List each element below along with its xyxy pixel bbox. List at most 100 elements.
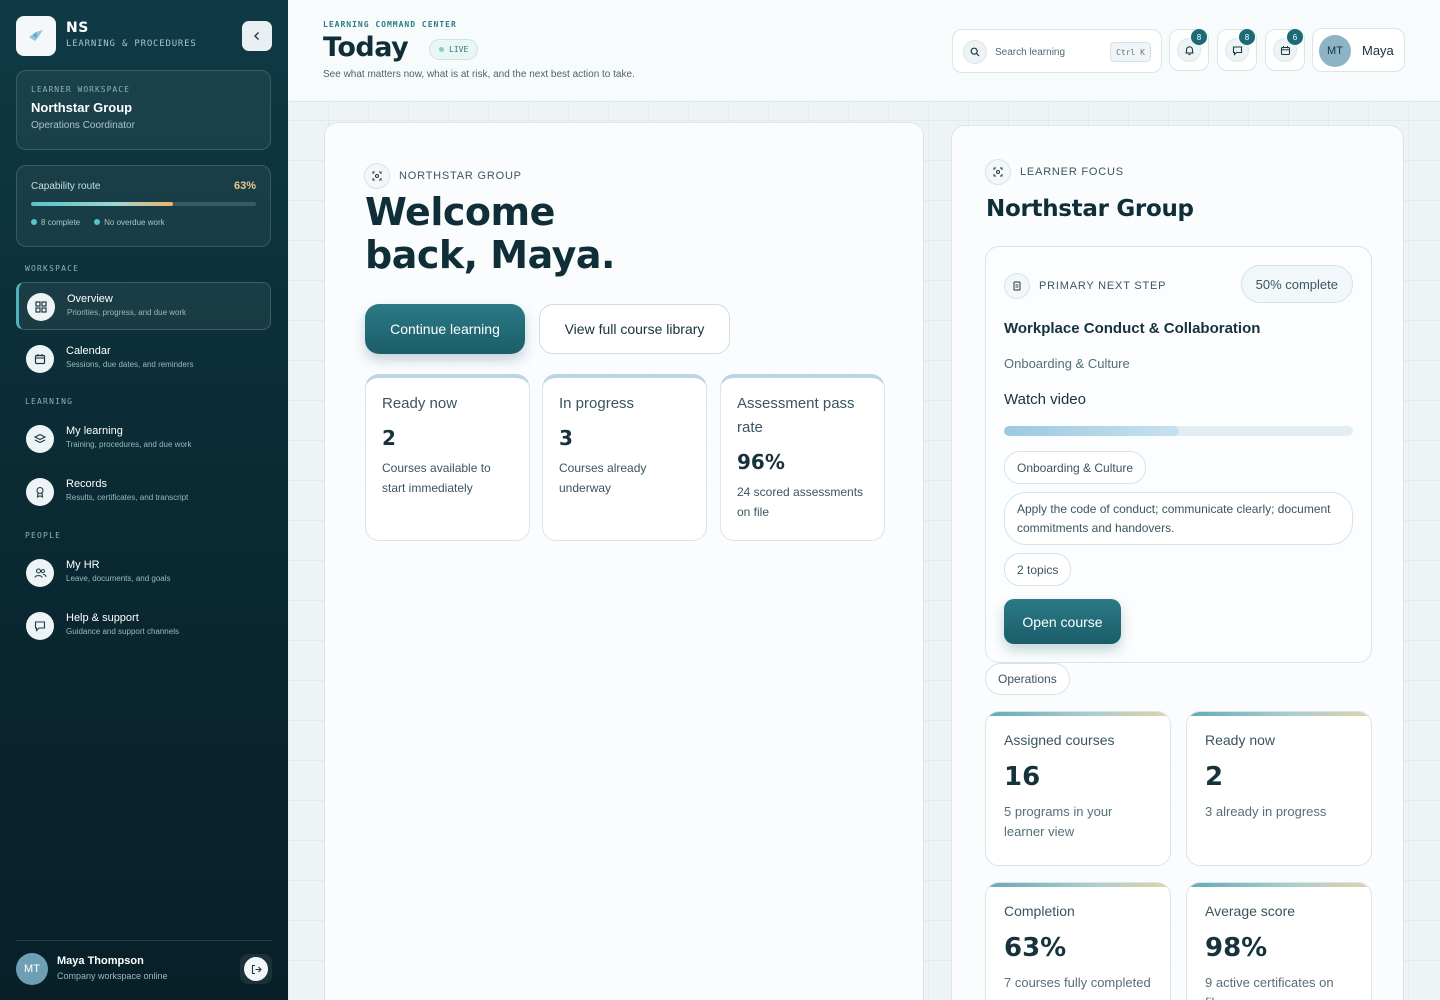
stat-card-ready-now[interactable]: Ready now 2 Courses available to start i… <box>365 374 530 541</box>
sidebar-item-desc: Results, certificates, and transcript <box>66 493 189 502</box>
live-badge: LIVE <box>429 39 479 60</box>
messages-count-badge: 8 <box>1239 29 1255 45</box>
calendar-button[interactable]: 6 <box>1265 29 1305 71</box>
metric-note: 9 active certificates on file <box>1205 975 1334 1000</box>
logout-button[interactable] <box>240 954 272 984</box>
course-category: Onboarding & Culture <box>1004 356 1130 371</box>
metric-card-ready-now[interactable]: Ready now 2 3 already in progress <box>1186 711 1372 866</box>
focus-target-icon <box>985 159 1011 185</box>
capability-route-card: Capability route 63% 8 complete No overd… <box>16 165 271 247</box>
sidebar-item-label: My learning <box>66 425 123 437</box>
capability-progress-track <box>31 202 256 206</box>
chat-icon <box>26 612 54 640</box>
avatar: MT <box>1319 35 1351 67</box>
stat-card-in-progress[interactable]: In progress 3 Courses already underway <box>542 374 707 541</box>
users-icon <box>26 559 54 587</box>
metric-note: 7 courses fully completed <box>1004 975 1151 990</box>
nav-section-learning: LEARNING <box>25 397 74 406</box>
course-progress-track <box>1004 426 1353 436</box>
metric-card-assigned-courses[interactable]: Assigned courses 16 5 programs in your l… <box>985 711 1171 866</box>
completion-pill: 50% complete <box>1240 265 1353 303</box>
sidebar-item-records[interactable]: Records Results, certificates, and trans… <box>16 468 271 516</box>
focus-eyebrow: LEARNER FOCUS <box>985 159 1124 185</box>
sidebar-item-desc: Sessions, due dates, and reminders <box>66 360 194 369</box>
calendar-count-badge: 6 <box>1287 29 1303 45</box>
notifications-count-badge: 8 <box>1191 29 1207 45</box>
continue-learning-button[interactable]: Continue learning <box>365 304 525 354</box>
sidebar-item-my-hr[interactable]: My HR Leave, documents, and goals <box>16 549 271 597</box>
sidebar-item-label: My HR <box>66 559 100 571</box>
live-dot-icon <box>439 47 444 52</box>
search-box: Ctrl K <box>952 29 1162 73</box>
nav-section-people: PEOPLE <box>25 531 62 540</box>
sidebar-item-my-learning[interactable]: My learning Training, procedures, and du… <box>16 415 271 463</box>
notifications-button[interactable]: 8 <box>1169 29 1209 71</box>
message-icon <box>1232 45 1242 56</box>
learner-focus-panel: LEARNER FOCUS Northstar Group PRIMARY NE… <box>951 125 1404 1000</box>
metric-label: Assigned courses <box>1004 732 1115 748</box>
brand-tagline: LEARNING & PROCEDURES <box>66 39 197 49</box>
stat-card-assessment-pass-rate[interactable]: Assessment pass rate 96% 24 scored asses… <box>720 374 885 541</box>
bell-icon <box>1185 45 1193 55</box>
view-course-library-button[interactable]: View full course library <box>539 304 730 354</box>
department-tag: Operations <box>985 663 1070 695</box>
award-icon <box>26 478 54 506</box>
sidebar-user: MT Maya Thompson Company workspace onlin… <box>16 940 272 1000</box>
sidebar-item-calendar[interactable]: Calendar Sessions, due dates, and remind… <box>16 335 271 383</box>
sidebar-item-desc: Training, procedures, and due work <box>66 440 192 449</box>
search-shortcut: Ctrl K <box>1110 42 1151 62</box>
open-course-button[interactable]: Open course <box>1004 599 1121 644</box>
messages-button[interactable]: 8 <box>1217 29 1257 71</box>
brand-name: NS <box>66 20 89 36</box>
workspace-card[interactable]: LEARNER WORKSPACE Northstar Group Operat… <box>16 70 271 150</box>
page-eyebrow: LEARNING COMMAND CENTER <box>323 20 457 29</box>
sidebar: NS LEARNING & PROCEDURES LEARNER WORKSPA… <box>0 0 288 1000</box>
stat-value: 96% <box>737 450 785 474</box>
stat-note: 24 scored assessments on file <box>737 485 864 519</box>
capability-percent: 63% <box>233 180 256 192</box>
search-input[interactable] <box>995 42 1105 62</box>
stat-label: In progress <box>559 395 635 412</box>
metric-card-completion[interactable]: Completion 63% 7 courses fully completed <box>985 882 1171 1000</box>
search-icon <box>963 40 987 64</box>
page-subtitle: See what matters now, what is at risk, a… <box>323 69 635 80</box>
course-title[interactable]: Workplace Conduct & Collaboration <box>1004 320 1260 337</box>
profile-menu-button[interactable]: MT Maya <box>1312 28 1405 72</box>
sidebar-item-desc: Guidance and support channels <box>66 627 179 636</box>
user-status: Company workspace online <box>57 971 168 981</box>
metric-value: 63% <box>1004 933 1067 963</box>
capability-progress-fill <box>31 202 173 206</box>
dashboard-icon <box>27 293 55 321</box>
capability-label: Capability route <box>31 180 101 192</box>
document-icon <box>1004 273 1030 299</box>
stat-label: Assessment pass rate <box>737 395 855 436</box>
collapse-sidebar-button[interactable] <box>242 21 272 51</box>
stat-note: Courses available to start immediately <box>382 461 491 495</box>
user-name: Maya Thompson <box>57 955 144 967</box>
welcome-heading: Welcome back, Maya. <box>365 190 615 277</box>
sidebar-item-label: Records <box>66 478 107 490</box>
page-title: Today <box>323 32 409 63</box>
next-action: Watch video <box>1004 391 1086 408</box>
stat-value: 3 <box>559 426 573 450</box>
bird-logo-icon[interactable] <box>16 16 56 56</box>
layers-icon <box>26 425 54 453</box>
focus-target-icon <box>364 163 390 189</box>
stat-note: Courses already underway <box>559 461 647 495</box>
sidebar-item-label: Calendar <box>66 345 111 357</box>
sidebar-item-help-support[interactable]: Help & support Guidance and support chan… <box>16 602 271 650</box>
course-progress-fill <box>1004 426 1179 436</box>
metric-card-average-score[interactable]: Average score 98% 9 active certificates … <box>1186 882 1372 1000</box>
nav-section-workspace: WORKSPACE <box>25 264 80 273</box>
category-tag: Onboarding & Culture <box>1004 451 1147 484</box>
topbar: LEARNING COMMAND CENTER Today LIVE See w… <box>288 0 1440 102</box>
metric-value: 16 <box>1004 762 1041 792</box>
stat-label: Ready now <box>382 395 458 412</box>
main-content: LEARNING COMMAND CENTER Today LIVE See w… <box>288 0 1440 1000</box>
sidebar-item-overview[interactable]: Overview Priorities, progress, and due w… <box>16 282 271 330</box>
avatar[interactable]: MT <box>16 953 48 985</box>
focus-title: Northstar Group <box>986 196 1194 222</box>
sidebar-item-desc: Leave, documents, and goals <box>66 574 171 583</box>
metric-note: 3 already in progress <box>1205 804 1327 819</box>
metric-label: Completion <box>1004 903 1075 919</box>
